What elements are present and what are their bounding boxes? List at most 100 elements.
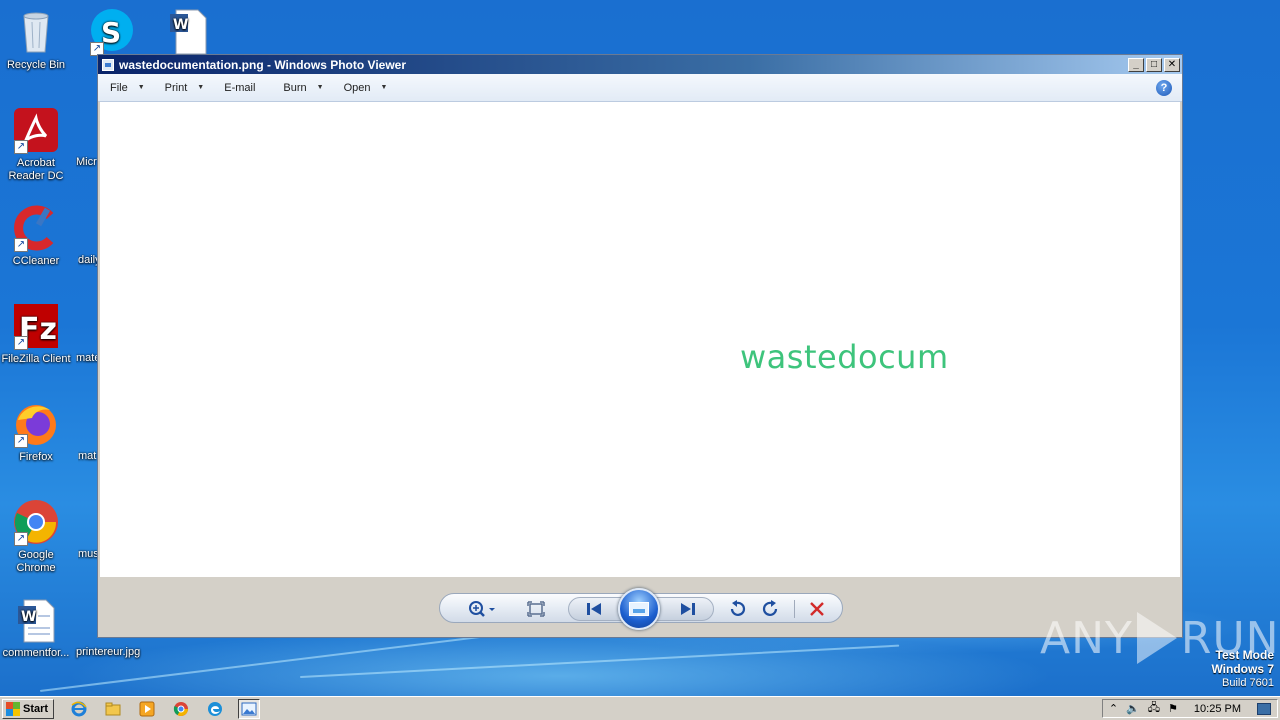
shortcut-arrow-icon: ↗ [14, 434, 28, 448]
action-center-flag-icon[interactable]: ⚑ [1168, 702, 1178, 715]
menu-label: Open [343, 81, 371, 94]
actual-size-icon [527, 601, 545, 617]
menu-label: File [110, 81, 128, 94]
desktop-icon-printereur[interactable]: printereur.jpg [76, 646, 156, 659]
image-canvas[interactable]: wastedocum [100, 102, 1180, 579]
start-button[interactable]: Start [2, 698, 54, 719]
toolbar-separator [794, 600, 795, 618]
system-tray: ⌃ 🔈 🖧 ⚑ 10:25 PM [1101, 699, 1278, 718]
menu-file[interactable]: File ▼ [110, 82, 145, 94]
volume-icon[interactable]: 🔈 [1126, 702, 1140, 715]
watermark-text-left: ANY [1040, 612, 1133, 664]
desktop-icon-label: printereur.jpg [76, 646, 141, 658]
control-pill [439, 588, 843, 630]
shortcut-arrow-icon: ↗ [14, 532, 28, 546]
desktop-icon-filezilla[interactable]: Fz ↗ FileZilla Client [0, 302, 72, 366]
taskbar-media-player-icon[interactable] [136, 699, 158, 719]
ccleaner-icon: ↗ [12, 204, 60, 252]
show-desktop-icon[interactable] [1257, 702, 1271, 715]
rotate-left-icon [730, 600, 746, 616]
shortcut-arrow-icon: ↗ [14, 238, 28, 252]
network-icon[interactable]: 🖧 [1148, 699, 1160, 718]
os-label: Windows 7 [1211, 662, 1274, 676]
rotate-counterclockwise-button[interactable] [724, 598, 750, 620]
filezilla-icon: Fz ↗ [12, 302, 60, 350]
taskbar-ie-icon[interactable] [68, 699, 90, 719]
skype-icon: S ↗ [88, 8, 136, 56]
start-label: Start [23, 702, 49, 715]
svg-text:S: S [101, 16, 121, 49]
test-mode-label: Test Mode [1215, 648, 1274, 662]
chrome-icon: ↗ [12, 498, 60, 546]
desktop-icon-label: Acrobat Reader DC [8, 157, 64, 182]
taskbar-chrome-icon[interactable] [170, 699, 192, 719]
next-icon [681, 603, 695, 615]
dropdown-caret-icon: ▼ [197, 84, 205, 91]
shortcut-arrow-icon: ↗ [14, 336, 28, 350]
taskbar-edge-icon[interactable] [204, 699, 226, 719]
desktop-icon-skype[interactable]: S ↗ [76, 8, 148, 59]
next-button[interactable] [674, 598, 702, 620]
dropdown-caret-icon: ▼ [316, 84, 324, 91]
desktop-icon-label: CCleaner [12, 255, 60, 267]
desktop-icon-acrobat[interactable]: ↗ Acrobat Reader DC [0, 106, 72, 183]
desktop-icon-label: Firefox [19, 451, 53, 463]
actual-size-button[interactable] [524, 598, 548, 620]
play-logo-icon [1136, 612, 1177, 664]
dropdown-caret-icon: ▼ [380, 84, 388, 91]
windows-logo-icon [6, 701, 20, 716]
desktop-icon-word-doc[interactable]: W [152, 8, 224, 59]
zoom-icon [469, 601, 495, 617]
photo-viewer-icon [102, 58, 114, 71]
delete-icon [810, 602, 824, 616]
close-button[interactable]: ✕ [1164, 57, 1180, 72]
recycle-bin-icon [12, 8, 60, 56]
menu-print[interactable]: Print ▼ [165, 82, 205, 94]
taskbar-photo-viewer-icon[interactable] [238, 698, 260, 719]
rotate-right-icon [762, 600, 778, 616]
test-mode-notice: Test Mode Windows 7 Build 7601 [1211, 648, 1274, 690]
svg-text:W: W [21, 609, 36, 625]
menu-bar: File ▼ Print ▼ E-mail Burn ▼ Open ▼ ? [98, 74, 1182, 102]
rotate-clockwise-button[interactable] [758, 598, 784, 620]
word-doc-icon: W [164, 8, 212, 56]
window-title: wastedocumentation.png - Windows Photo V… [119, 57, 407, 72]
menu-open[interactable]: Open ▼ [344, 82, 388, 94]
menu-burn[interactable]: Burn ▼ [283, 82, 323, 94]
svg-text:W: W [173, 17, 188, 33]
desktop-icon-commentfor[interactable]: W commentfor... [0, 596, 72, 660]
acrobat-icon: ↗ [12, 106, 60, 154]
firefox-icon: ↗ [12, 400, 60, 448]
desktop-icon-ccleaner[interactable]: ↗ CCleaner [0, 204, 72, 268]
image-content-text: wastedocum [740, 338, 949, 376]
desktop-icon-label: commentfor... [2, 647, 70, 659]
title-bar[interactable]: wastedocumentation.png - Windows Photo V… [98, 55, 1182, 74]
build-label: Build 7601 [1222, 677, 1274, 689]
desktop-icon-label: FileZilla Client [1, 353, 71, 365]
desktop-icon-recycle-bin[interactable]: Recycle Bin [0, 8, 72, 72]
help-icon[interactable]: ? [1156, 80, 1172, 96]
desktop-icon-label: Recycle Bin [6, 59, 66, 71]
taskbar-explorer-icon[interactable] [102, 699, 124, 719]
slideshow-icon [629, 602, 649, 616]
delete-button[interactable] [804, 598, 830, 620]
control-bar [98, 577, 1182, 637]
menu-label: Burn [283, 81, 307, 94]
desktop-icon-chrome[interactable]: ↗ Google Chrome [0, 498, 72, 575]
shortcut-arrow-icon: ↗ [14, 140, 28, 154]
slideshow-button[interactable] [618, 588, 660, 630]
photo-viewer-window: wastedocumentation.png - Windows Photo V… [97, 54, 1183, 638]
maximize-button[interactable]: □ [1146, 57, 1162, 72]
minimize-button[interactable]: _ [1128, 57, 1144, 72]
previous-button[interactable] [580, 598, 608, 620]
menu-label: E-mail [224, 81, 256, 94]
menu-email[interactable]: E-mail [224, 82, 255, 94]
desktop-icon-firefox[interactable]: ↗ Firefox [0, 400, 72, 464]
menu-label: Print [164, 81, 188, 94]
tray-expand-icon[interactable]: ⌃ [1109, 702, 1118, 715]
desktop-icon-label: Google Chrome [16, 549, 56, 574]
word-doc-icon: W [12, 596, 60, 644]
zoom-button[interactable] [466, 598, 500, 620]
dropdown-caret-icon: ▼ [137, 84, 145, 91]
clock[interactable]: 10:25 PM [1194, 703, 1241, 715]
